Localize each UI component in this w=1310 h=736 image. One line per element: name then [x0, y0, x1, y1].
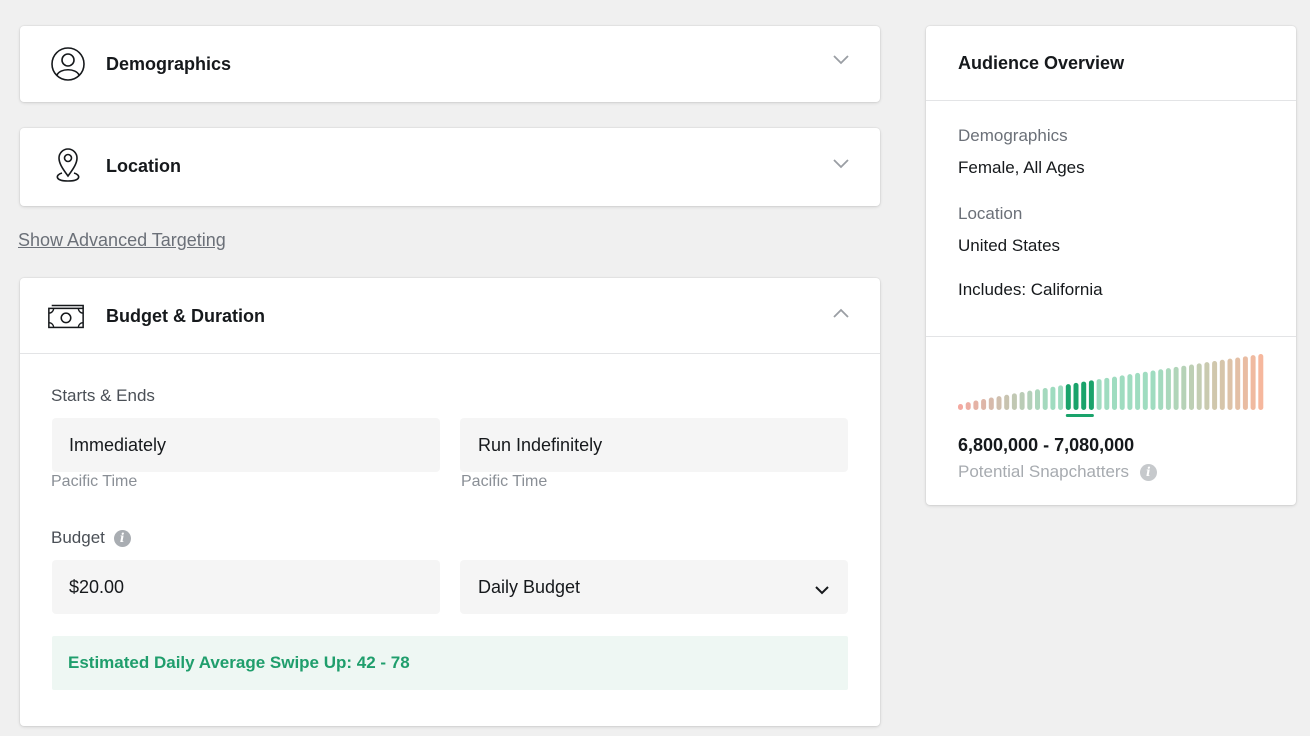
meter-bar: [1196, 363, 1202, 410]
location-title: Location: [106, 155, 181, 176]
banknote-icon: [46, 296, 86, 336]
meter-bar: [1119, 375, 1125, 410]
meter-bar: [1173, 366, 1179, 410]
meter-bar-active: [1088, 380, 1094, 410]
meter-bar: [996, 396, 1002, 410]
info-icon[interactable]: i: [113, 530, 131, 548]
end-timezone-label: Pacific Time: [461, 473, 548, 490]
meter-bar: [1127, 374, 1133, 410]
meter-bar: [981, 399, 987, 410]
overview-header-divider: [926, 100, 1296, 101]
budget-duration-section: Budget & Duration Starts & Ends Immediat…: [20, 278, 880, 726]
meter-bar-active: [1081, 381, 1087, 410]
meter-bar: [1027, 390, 1033, 410]
meter-bar: [1165, 368, 1171, 410]
audience-overview-title: Audience Overview: [958, 53, 1125, 73]
budget-amount-input[interactable]: $20.00: [52, 560, 440, 614]
budget-type-value: Daily Budget: [478, 576, 581, 597]
overview-location-label: Location: [958, 204, 1023, 223]
meter-bar: [1019, 391, 1025, 410]
budget-header[interactable]: Budget & Duration: [20, 278, 880, 354]
info-icon[interactable]: i: [1139, 464, 1157, 482]
meter-bar: [1242, 356, 1248, 410]
start-date-field[interactable]: Immediately: [52, 418, 440, 472]
meter-bar: [1181, 365, 1187, 410]
meter-bar: [988, 397, 994, 410]
budget-amount-value: $20.00: [69, 576, 125, 597]
demographics-section[interactable]: Demographics: [20, 26, 880, 102]
audience-overview-panel: Audience Overview Demographics Female, A…: [926, 26, 1296, 505]
chevron-up-icon[interactable]: [832, 304, 850, 322]
audience-size-meter: [958, 354, 1264, 417]
meter-bar-active: [1073, 382, 1079, 410]
meter-active-indicator: [1065, 414, 1094, 417]
meter-bar: [1096, 379, 1102, 410]
budget-label-text: Budget: [51, 528, 105, 547]
meter-bar: [1219, 359, 1225, 410]
meter-bar: [1158, 369, 1164, 410]
show-advanced-targeting-link[interactable]: Show Advanced Targeting: [18, 230, 226, 251]
overview-location-value: United States: [958, 236, 1061, 255]
end-date-field[interactable]: Run Indefinitely: [460, 418, 848, 472]
overview-includes-value: Includes: California: [958, 280, 1103, 299]
meter-bar: [1235, 357, 1241, 410]
meter-bar: [973, 400, 979, 410]
starts-ends-label: Starts & Ends: [51, 386, 155, 405]
meter-bar: [1250, 355, 1256, 410]
chevron-down-icon[interactable]: [832, 51, 850, 69]
overview-demographics-value: Female, All Ages: [958, 158, 1085, 177]
meter-bar: [1189, 364, 1194, 410]
meter-bar: [1212, 360, 1218, 410]
meter-bar: [1135, 372, 1141, 410]
end-date-value: Run Indefinitely: [478, 434, 603, 455]
budget-duration-title: Budget & Duration: [106, 305, 265, 326]
meter-bar: [1204, 362, 1210, 410]
budget-type-select[interactable]: Daily Budget: [460, 560, 848, 614]
start-timezone-label: Pacific Time: [51, 473, 138, 490]
meter-bar: [1150, 370, 1156, 410]
chevron-down-icon[interactable]: [832, 155, 850, 173]
meter-bar: [1058, 385, 1064, 410]
meter-bar: [965, 402, 971, 410]
overview-demographics-label: Demographics: [958, 126, 1068, 145]
meter-bar: [1142, 371, 1148, 410]
meter-bar-active: [1065, 384, 1071, 410]
person-circle-icon: [48, 44, 88, 84]
start-date-value: Immediately: [69, 434, 167, 455]
meter-bar: [1004, 394, 1010, 410]
budget-label: Budget i: [51, 528, 131, 548]
meter-bar: [1050, 386, 1056, 410]
meter-bar: [1227, 358, 1233, 410]
meter-bar: [1042, 387, 1048, 410]
estimated-swipe-up-text: Estimated Daily Average Swipe Up: 42 - 7…: [68, 653, 410, 672]
overview-meter-divider: [926, 336, 1296, 337]
location-header[interactable]: Location: [20, 128, 880, 204]
budget-header-divider: [20, 353, 880, 354]
chevron-down-icon: [814, 580, 830, 601]
meter-bar: [1035, 389, 1040, 410]
meter-bar: [958, 404, 963, 410]
meter-bar: [1011, 393, 1017, 410]
meter-bar: [1104, 377, 1110, 410]
reach-caption-text: Potential Snapchatters: [958, 462, 1130, 481]
demographics-title: Demographics: [106, 53, 232, 74]
reach-caption: Potential Snapchatters i: [958, 462, 1157, 482]
demographics-header[interactable]: Demographics: [20, 26, 880, 102]
map-pin-icon: [48, 146, 88, 186]
estimated-swipe-up-banner: Estimated Daily Average Swipe Up: 42 - 7…: [52, 636, 848, 690]
meter-bar: [1112, 376, 1117, 410]
location-section[interactable]: Location: [20, 128, 880, 206]
meter-bar: [1258, 354, 1264, 410]
reach-range-value: 6,800,000 - 7,080,000: [958, 435, 1135, 455]
